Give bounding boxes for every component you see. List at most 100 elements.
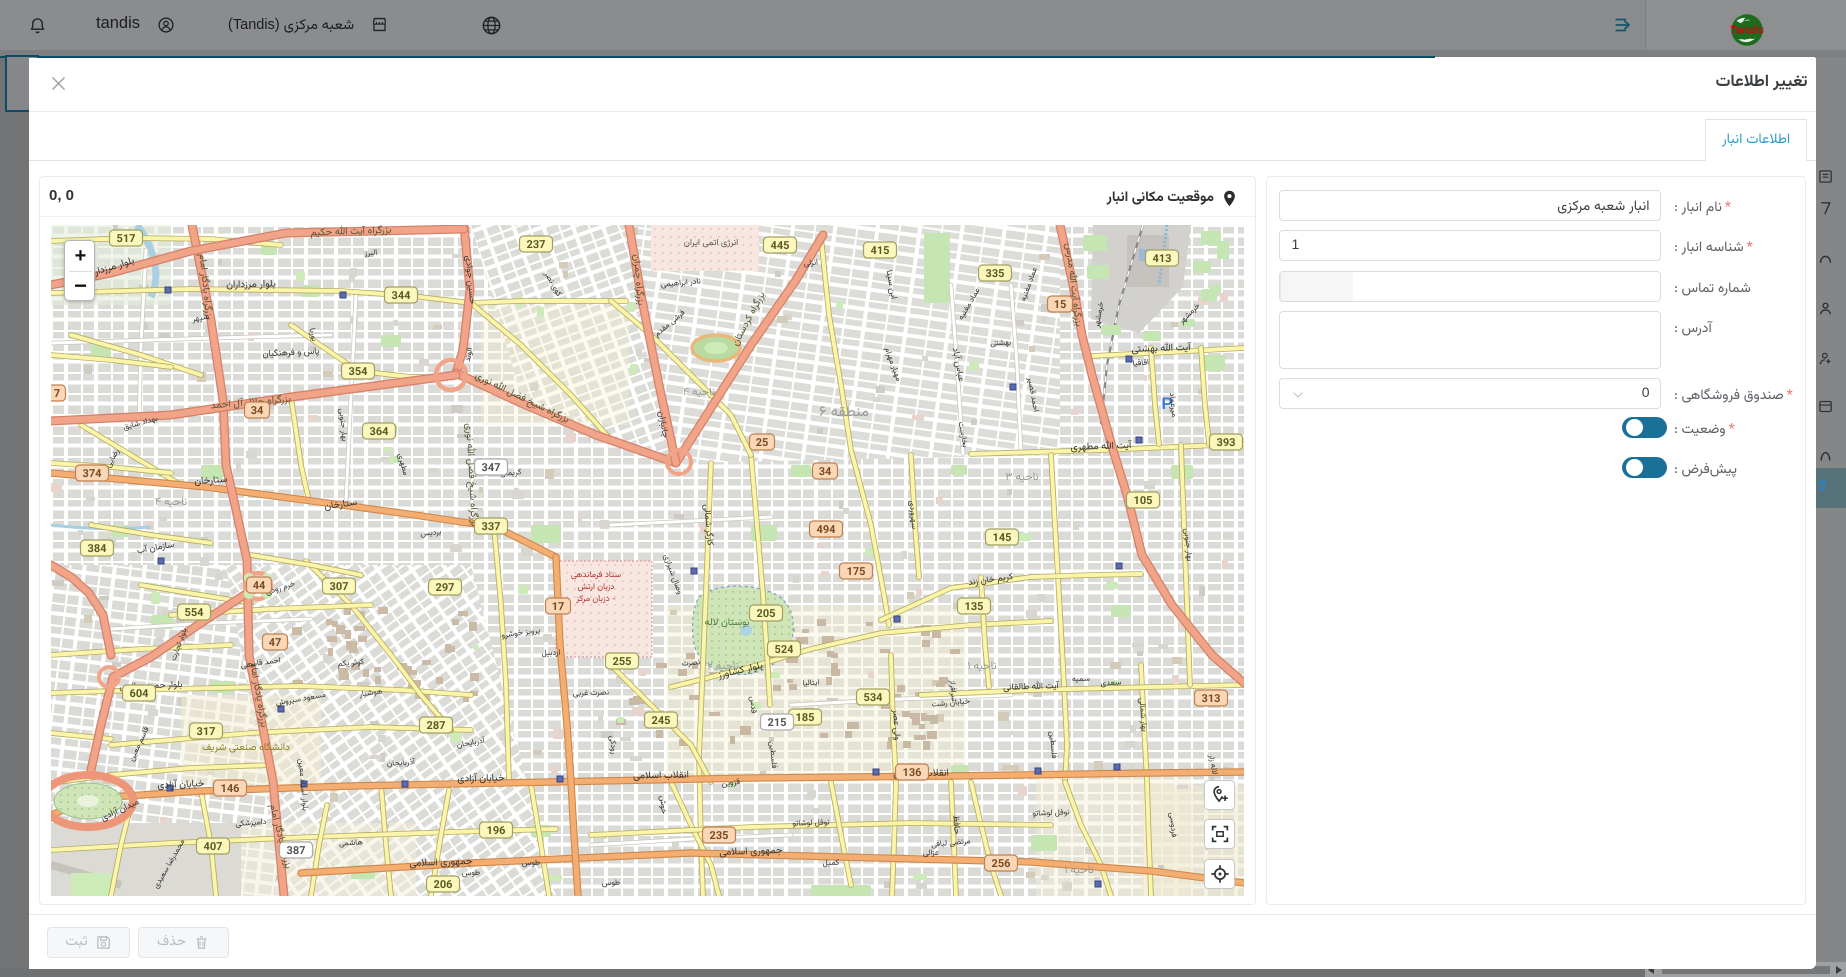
svg-text:آیت الله بهشتی: آیت الله بهشتی	[1131, 339, 1191, 357]
svg-text:ناحیه ۲: ناحیه ۲	[707, 658, 739, 675]
svg-text:206: 206	[433, 876, 452, 893]
svg-text:413: 413	[1152, 250, 1171, 267]
svg-text:534: 534	[863, 689, 883, 706]
svg-text:الوند: الوند	[462, 346, 476, 362]
svg-text:سعدی: سعدی	[1100, 677, 1121, 690]
svg-text:136: 136	[902, 764, 921, 781]
svg-text:سرافراز: سرافراز	[944, 678, 958, 701]
svg-text:پاس و فرهنگیان: پاس و فرهنگیان	[262, 344, 320, 361]
svg-text:خوش: خوش	[655, 795, 669, 815]
svg-text:387: 387	[286, 842, 305, 859]
svg-text:اردبیل: اردبیل	[541, 647, 560, 660]
svg-text:287: 287	[426, 717, 445, 734]
svg-text:رودکی: رودکی	[605, 735, 619, 755]
svg-text:منطقه ۶: منطقه ۶	[819, 402, 869, 425]
svg-text:415: 415	[870, 242, 889, 259]
svg-text:کمیل: کمیل	[822, 857, 840, 870]
svg-text:بزرگراه آیت الله حکیم: بزرگراه آیت الله حکیم	[310, 225, 391, 241]
svg-text:25: 25	[755, 434, 768, 451]
svg-text:نصرت غربی: نصرت غربی	[572, 687, 609, 700]
svg-text:سمیه: سمیه	[1071, 673, 1089, 686]
svg-text:ناحیه ۳: ناحیه ۳	[1005, 469, 1038, 486]
svg-text:آیت الله طالقانی: آیت الله طالقانی	[1002, 679, 1059, 695]
svg-text:جمهوری اسلامی: جمهوری اسلامی	[719, 843, 783, 860]
svg-text:604: 604	[129, 685, 149, 702]
svg-text:517: 517	[116, 230, 135, 247]
svg-text:17: 17	[551, 598, 564, 615]
svg-text:297: 297	[435, 579, 454, 596]
svg-text:فلسطین: فلسطین	[764, 740, 778, 769]
svg-text:ولی عصر: ولی عصر	[888, 708, 904, 740]
svg-text:میرعماد: میرعماد	[1164, 392, 1178, 418]
svg-text:237: 237	[526, 236, 545, 253]
svg-text:146: 146	[220, 780, 239, 797]
svg-text:185: 185	[795, 709, 814, 726]
svg-text:بوریا: بوریا	[304, 327, 318, 342]
svg-text:34: 34	[250, 402, 263, 419]
svg-text:335: 335	[985, 265, 1004, 282]
svg-text:354: 354	[348, 363, 368, 380]
svg-text:313: 313	[1201, 690, 1220, 707]
svg-text:فردوسی: فردوسی	[1164, 811, 1178, 837]
svg-text:347: 347	[481, 459, 500, 476]
svg-text:Tandis: Tandis	[1730, 22, 1764, 39]
svg-text:ناحیه ۱: ناحیه ۱	[967, 658, 996, 675]
svg-text:393: 393	[1216, 434, 1235, 451]
svg-text:طوس: طوس	[461, 867, 480, 880]
svg-text:44: 44	[252, 577, 265, 594]
svg-text:ستارخان: ستارخان	[193, 472, 227, 489]
svg-text:ناحیه ۱: ناحیه ۱	[1064, 862, 1093, 879]
svg-text:554: 554	[184, 604, 204, 621]
svg-text:آیت الله مطهری: آیت الله مطهری	[1070, 437, 1132, 455]
svg-text:215: 215	[767, 714, 786, 731]
svg-text:205: 205	[756, 605, 775, 622]
svg-text:235: 235	[709, 827, 728, 844]
svg-text:374: 374	[82, 465, 102, 482]
svg-text:آذربایجان: آذربایجان	[386, 757, 416, 771]
svg-text:34: 34	[818, 463, 831, 480]
svg-text:135: 135	[964, 598, 983, 615]
svg-text:طوس: طوس	[521, 857, 540, 870]
svg-text:خیابان آزادی: خیابان آزادی	[157, 777, 205, 794]
svg-text:317: 317	[196, 723, 215, 740]
svg-text:105: 105	[1133, 492, 1152, 509]
svg-text:364: 364	[369, 423, 389, 440]
svg-text:بلوار مرزداران: بلوار مرزداران	[226, 277, 276, 293]
svg-text:سهروردی: سهروردی	[904, 500, 918, 529]
svg-text:407: 407	[203, 838, 222, 855]
svg-text:307: 307	[329, 578, 348, 595]
svg-text:کوثر یکم: کوثر یکم	[337, 656, 365, 670]
svg-text:نوفل لوشاتو: نوفل لوشاتو	[1032, 807, 1070, 820]
svg-text:524: 524	[774, 641, 794, 658]
svg-text:بهشتی: بهشتی	[990, 337, 1012, 350]
svg-text:7: 7	[53, 385, 59, 402]
svg-text:انقلاب اسلامی: انقلاب اسلامی	[632, 768, 688, 784]
svg-text:حافظ: حافظ	[948, 814, 963, 834]
svg-text:قدس: قدس	[745, 695, 758, 714]
svg-text:15: 15	[1053, 296, 1066, 313]
svg-text:445: 445	[770, 237, 789, 254]
svg-text:47: 47	[268, 634, 281, 651]
svg-text:256: 256	[991, 855, 1010, 872]
svg-text:245: 245	[651, 712, 670, 729]
svg-text:طوس: طوس	[601, 877, 620, 890]
svg-text:384: 384	[87, 540, 107, 557]
svg-text:ناحیه ۴: ناحیه ۴	[154, 494, 186, 511]
svg-text:دامپزشکی: دامپزشکی	[234, 816, 266, 830]
svg-text:بردیس: بردیس	[419, 527, 441, 541]
svg-text:ناحیه ۴: ناحیه ۴	[682, 384, 714, 401]
svg-text:- دزبان مرکز: - دزبان مرکز	[575, 592, 616, 606]
svg-text:196: 196	[486, 822, 505, 839]
svg-text:نصرت: نصرت	[681, 657, 701, 671]
svg-text:انرژی اتمی ایران: انرژی اتمی ایران	[683, 236, 737, 250]
svg-text:145: 145	[992, 529, 1011, 546]
svg-text:نوفل لوشاتو: نوفل لوشاتو	[792, 817, 830, 830]
svg-text:337: 337	[481, 518, 500, 535]
svg-text:175: 175	[846, 563, 865, 580]
svg-text:خیابان آزادی: خیابان آزادی	[457, 771, 505, 787]
svg-text:494: 494	[816, 521, 836, 538]
svg-text:دانشگاه صنعتی شریف: دانشگاه صنعتی شریف	[202, 741, 290, 756]
svg-text:بوستان لاله: بوستان لاله	[704, 616, 749, 631]
svg-text:ایتالیا: ایتالیا	[802, 677, 820, 690]
svg-text:انزلی: انزلی	[803, 257, 818, 270]
